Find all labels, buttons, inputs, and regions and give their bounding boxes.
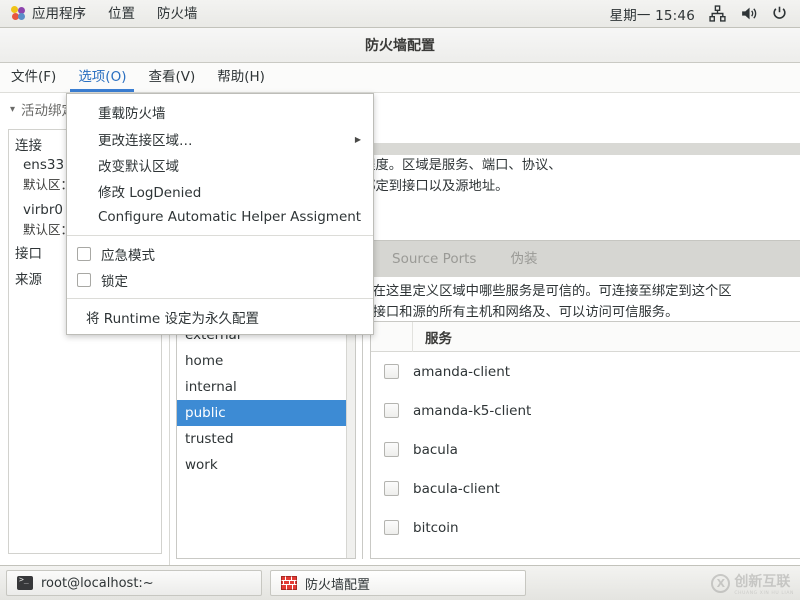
- firewall-icon: [281, 576, 297, 590]
- taskbar: root@localhost:~ 防火墙配置 X 创新互联 CHUANG XIN…: [0, 565, 800, 600]
- zone-row-trusted[interactable]: trusted: [177, 426, 355, 452]
- power-icon[interactable]: [771, 5, 788, 22]
- menu-item-change-default-zone[interactable]: 改变默认区域: [67, 152, 373, 178]
- pane-divider: [362, 321, 363, 559]
- menu-item-lockdown[interactable]: 锁定: [67, 267, 373, 293]
- service-checkbox[interactable]: [384, 403, 399, 418]
- menu-item-panic-mode[interactable]: 应急模式: [67, 241, 373, 267]
- menu-help[interactable]: 帮助(H): [206, 63, 276, 92]
- services-table[interactable]: 服务 amanda-client amanda-k5-client bacula…: [370, 321, 800, 559]
- panel-places-label: 位置: [108, 5, 135, 22]
- menu-item-change-connection-zone[interactable]: 更改连接区域…: [67, 126, 373, 152]
- lockdown-checkbox[interactable]: [77, 273, 91, 287]
- service-checkbox[interactable]: [384, 520, 399, 535]
- window-title: 防火墙配置: [365, 38, 435, 54]
- panel-clock[interactable]: 星期一 15:46: [610, 4, 696, 24]
- menu-options[interactable]: 选项(O): [67, 63, 137, 92]
- service-name: amanda-k5-client: [413, 402, 532, 419]
- watermark-subtext: CHUANG XIN HU LIAN: [734, 591, 794, 596]
- menu-item-label: 修改 LogDenied: [98, 185, 202, 201]
- zone-row-home[interactable]: home: [177, 348, 355, 374]
- menu-item-change-logdenied[interactable]: 修改 LogDenied: [67, 178, 373, 204]
- services-column-header: 服务: [425, 330, 452, 347]
- service-name: amanda-client: [413, 363, 511, 380]
- network-icon[interactable]: [709, 5, 726, 22]
- table-row[interactable]: bacula: [371, 430, 800, 469]
- menu-item-configure-helper-assignment[interactable]: Configure Automatic Helper Assigment: [67, 204, 373, 230]
- menu-item-runtime-to-permanent[interactable]: 将 Runtime 设定为永久配置: [67, 304, 373, 330]
- watermark: X 创新互联 CHUANG XIN HU LIAN: [711, 571, 794, 596]
- table-row[interactable]: bacula-client: [371, 469, 800, 508]
- menu-item-label: 重载防火墙: [98, 106, 166, 122]
- volume-icon[interactable]: [740, 5, 757, 22]
- window-titlebar: 防火墙配置: [0, 28, 800, 63]
- watermark-logo-icon: X: [711, 574, 731, 593]
- tab-masquerade[interactable]: 伪装: [493, 241, 554, 278]
- service-name: bitcoin: [413, 519, 459, 536]
- taskbar-item-label: 防火墙配置: [305, 577, 371, 593]
- panel-app-label: 防火墙: [157, 5, 198, 22]
- menu-item-label: 应急模式: [101, 248, 155, 264]
- panel-applications-menu[interactable]: 应用程序: [0, 0, 97, 27]
- service-checkbox[interactable]: [384, 481, 399, 496]
- service-name: bitcoin-rpc: [399, 559, 485, 560]
- services-check-column: [371, 322, 413, 352]
- options-dropdown-menu[interactable]: 重载防火墙 更改连接区域… 改变默认区域 修改 LogDenied Config…: [66, 93, 374, 335]
- watermark-text: 创新互联: [734, 574, 791, 590]
- menu-view[interactable]: 查看(V): [137, 63, 206, 92]
- zone-row-internal[interactable]: internal: [177, 374, 355, 400]
- menu-file[interactable]: 文件(F): [0, 63, 67, 92]
- taskbar-item-firewall[interactable]: 防火墙配置: [270, 570, 526, 596]
- service-checkbox[interactable]: [384, 364, 399, 379]
- applications-icon: [11, 6, 26, 21]
- panel-status-area: 星期一 15:46: [610, 4, 800, 24]
- taskbar-item-terminal[interactable]: root@localhost:~: [6, 570, 262, 596]
- menubar: 文件(F) 选项(O) 查看(V) 帮助(H): [0, 63, 800, 93]
- service-checkbox[interactable]: [384, 442, 399, 457]
- table-row[interactable]: bitcoin: [371, 508, 800, 547]
- menu-separator: [67, 235, 373, 236]
- services-description: 可以在这里定义区域中哪些服务是可信的。可连接至绑定到这个区 接、接口和源的所有主…: [346, 284, 732, 320]
- chevron-down-icon: ▾: [10, 103, 16, 115]
- menu-item-label: 改变默认区域: [98, 159, 179, 175]
- screen: 应用程序 位置 防火墙 星期一 15:46 防火墙配置 文件(F) 选项(O) …: [0, 0, 800, 600]
- service-name: bacula-client: [413, 480, 500, 497]
- pane-grey-strip: [355, 143, 800, 155]
- menu-item-label: 锁定: [101, 274, 128, 290]
- panel-applications-label: 应用程序: [32, 5, 86, 22]
- table-row[interactable]: bitcoin-rpc: [371, 547, 800, 560]
- tab-source-ports[interactable]: Source Ports: [375, 241, 493, 278]
- zone-row-work[interactable]: work: [177, 452, 355, 478]
- menu-separator: [67, 298, 373, 299]
- panel-app-menu[interactable]: 防火墙: [146, 0, 209, 27]
- table-row[interactable]: amanda-k5-client: [371, 391, 800, 430]
- menu-item-label: Configure Automatic Helper Assigment: [98, 209, 362, 225]
- services-table-header: 服务: [371, 322, 800, 352]
- zone-row-public[interactable]: public: [177, 400, 355, 426]
- menu-item-reload-firewall[interactable]: 重载防火墙: [67, 99, 373, 125]
- taskbar-item-label: root@localhost:~: [41, 575, 154, 591]
- panic-mode-checkbox[interactable]: [77, 247, 91, 261]
- menu-item-label: 将 Runtime 设定为永久配置: [86, 311, 259, 327]
- table-row[interactable]: amanda-client: [371, 352, 800, 391]
- service-name: bacula: [413, 441, 458, 458]
- watermark-text-block: 创新互联 CHUANG XIN HU LIAN: [734, 571, 794, 596]
- panel-menus: 应用程序 位置 防火墙: [0, 0, 209, 27]
- zones-list[interactable]: external home internal public trusted wo…: [176, 321, 356, 559]
- panel-places-menu[interactable]: 位置: [97, 0, 146, 27]
- gnome-top-panel: 应用程序 位置 防火墙 星期一 15:46: [0, 0, 800, 28]
- menu-item-label: 更改连接区域…: [98, 133, 193, 149]
- zones-scrollbar[interactable]: [346, 322, 355, 558]
- terminal-icon: [17, 575, 33, 590]
